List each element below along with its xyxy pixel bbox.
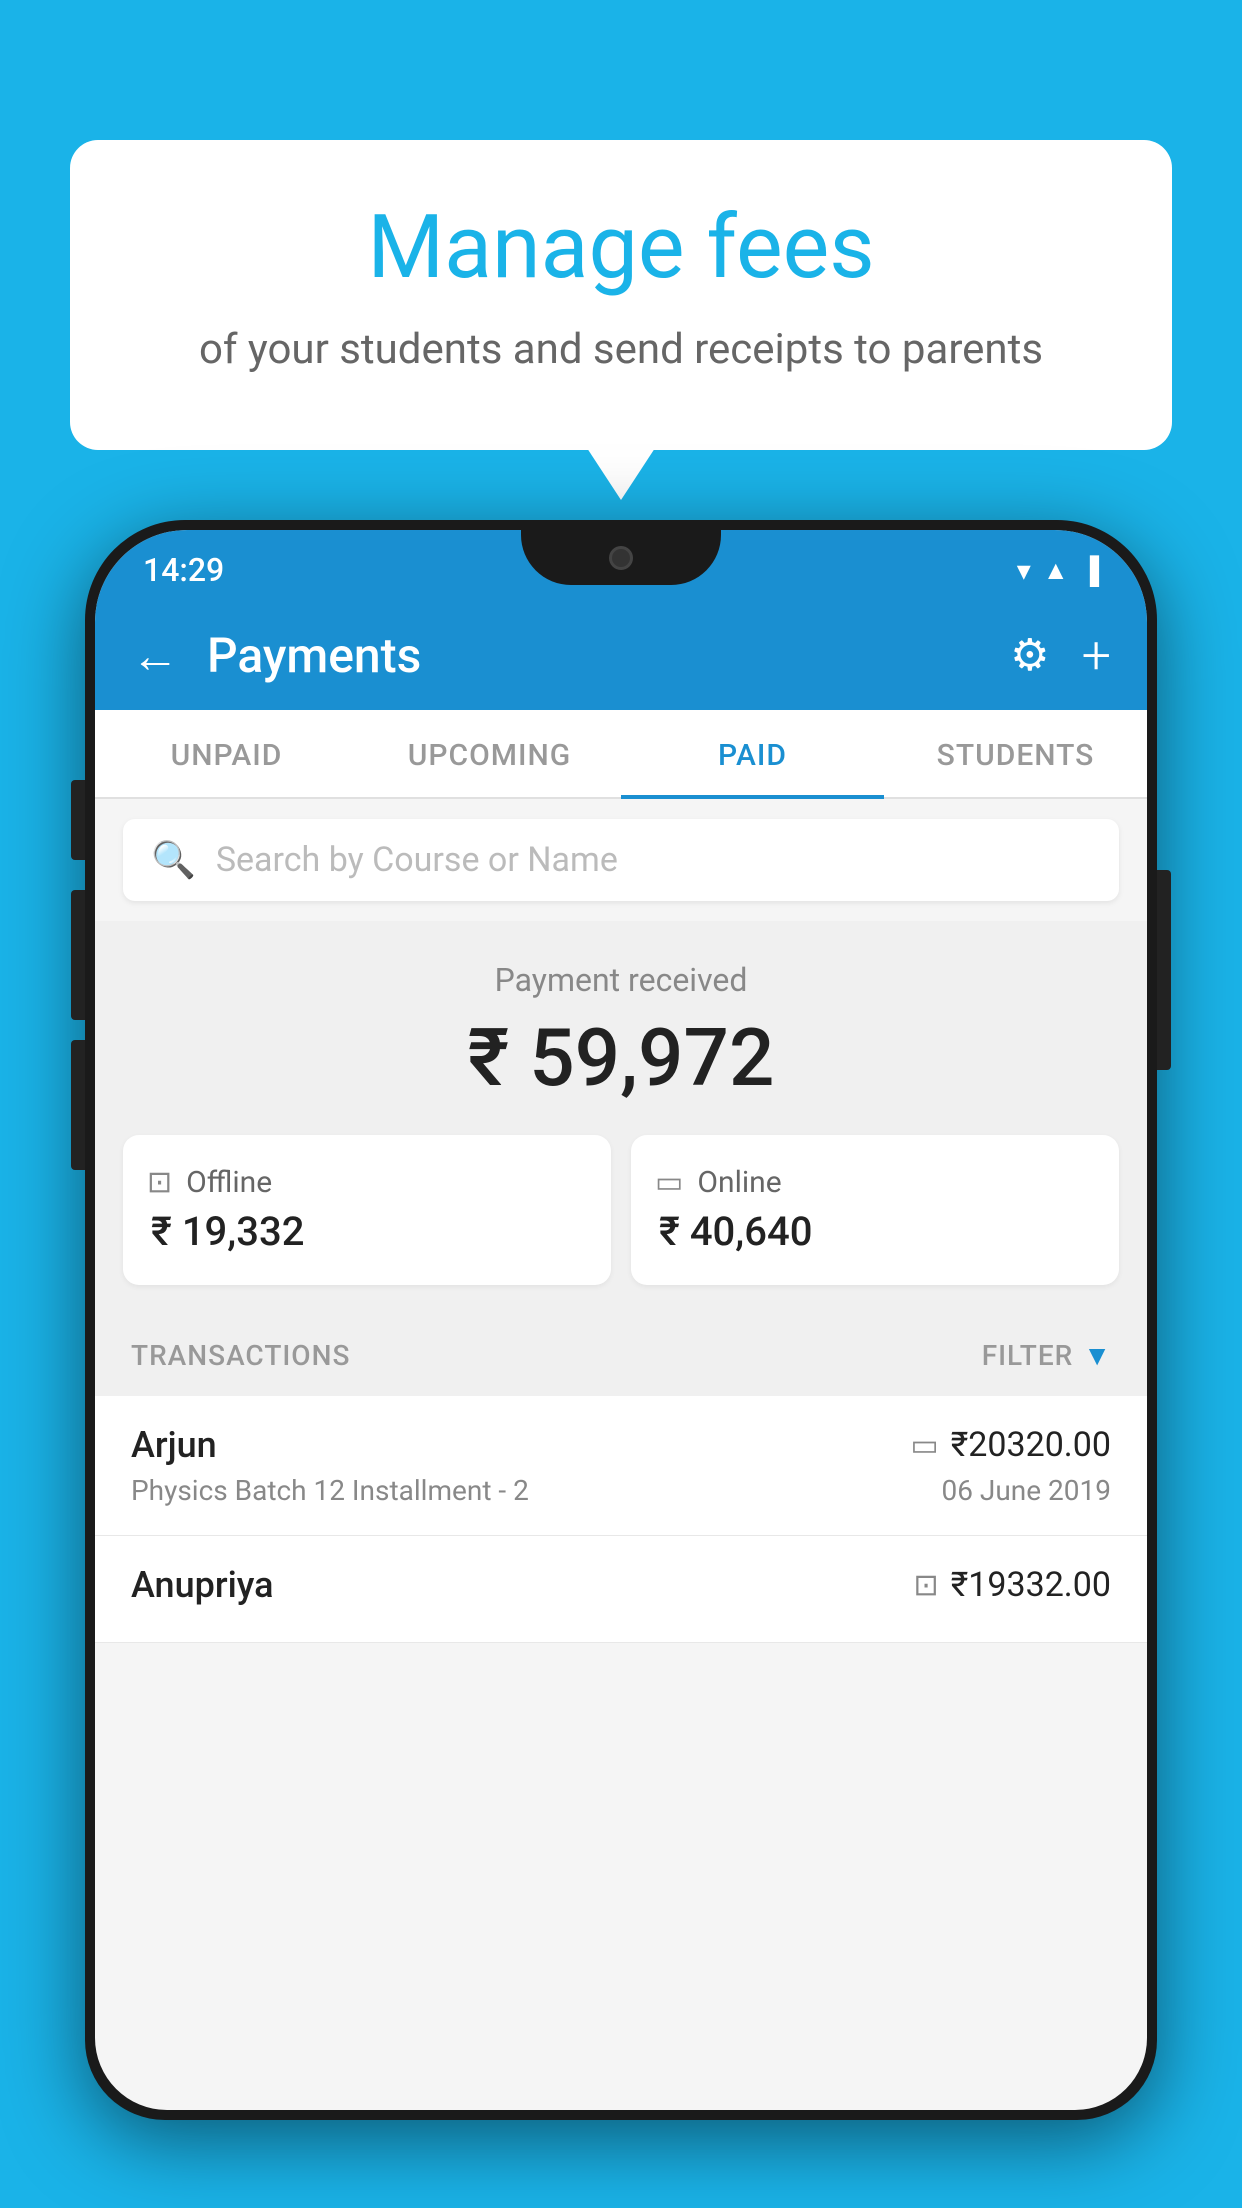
- offline-icon: ⊡: [147, 1165, 172, 1200]
- offline-label: Offline: [186, 1165, 272, 1200]
- phone-screen: 14:29 ▾ ▲ ▐ ← Payments ⚙ + UNPAID UPCO: [95, 530, 1147, 2110]
- search-bar[interactable]: 🔍 Search by Course or Name: [123, 819, 1119, 901]
- transaction-payment-icon: ⊡: [914, 1568, 939, 1603]
- offline-payment-card: ⊡ Offline ₹ 19,332: [123, 1135, 611, 1285]
- bubble-subtitle: of your students and send receipts to pa…: [150, 321, 1092, 380]
- back-button[interactable]: ←: [131, 627, 179, 684]
- transaction-amount-wrap: ⊡ ₹19332.00: [914, 1565, 1111, 1605]
- offline-amount: ₹ 19,332: [147, 1208, 304, 1255]
- transaction-list: Arjun ▭ ₹20320.00 Physics Batch 12 Insta…: [95, 1396, 1147, 1643]
- tab-paid[interactable]: PAID: [621, 710, 884, 799]
- battery-icon: ▐: [1081, 555, 1099, 586]
- side-button-left-bot: [71, 1040, 85, 1170]
- online-payment-card: ▭ Online ₹ 40,640: [631, 1135, 1119, 1285]
- payment-received-amount: ₹ 59,972: [123, 1011, 1119, 1105]
- transactions-header: TRANSACTIONS FILTER ▼: [95, 1315, 1147, 1396]
- bubble-title: Manage fees: [150, 200, 1092, 297]
- offline-card-header: ⊡ Offline: [147, 1165, 272, 1200]
- transaction-row-top: Arjun ▭ ₹20320.00: [131, 1424, 1111, 1466]
- camera-dot: [609, 546, 633, 570]
- online-amount: ₹ 40,640: [655, 1208, 812, 1255]
- side-button-left-mid: [71, 890, 85, 1020]
- speech-bubble-container: Manage fees of your students and send re…: [70, 140, 1172, 450]
- search-placeholder: Search by Course or Name: [216, 840, 618, 880]
- search-icon: 🔍: [151, 839, 196, 881]
- filter-button[interactable]: FILTER ▼: [982, 1339, 1111, 1372]
- online-card-header: ▭ Online: [655, 1165, 782, 1200]
- transactions-label: TRANSACTIONS: [131, 1339, 350, 1372]
- status-icons: ▾ ▲ ▐: [1017, 554, 1099, 587]
- phone-notch: [521, 530, 721, 585]
- payment-received-label: Payment received: [123, 961, 1119, 999]
- payment-cards: ⊡ Offline ₹ 19,332 ▭ Online ₹ 40,640: [123, 1135, 1119, 1285]
- status-time: 14:29: [143, 551, 224, 589]
- transaction-course: Physics Batch 12 Installment - 2: [131, 1474, 529, 1507]
- tab-upcoming[interactable]: UPCOMING: [358, 710, 621, 799]
- payment-received-section: Payment received ₹ 59,972 ⊡ Offline ₹ 19…: [95, 921, 1147, 1315]
- signal-icon: ▲: [1043, 555, 1069, 586]
- online-label: Online: [697, 1165, 781, 1200]
- online-icon: ▭: [655, 1165, 683, 1200]
- wifi-icon: ▾: [1017, 554, 1031, 587]
- transaction-row[interactable]: Anupriya ⊡ ₹19332.00: [95, 1536, 1147, 1643]
- transaction-row-bottom: Physics Batch 12 Installment - 2 06 June…: [131, 1474, 1111, 1507]
- add-icon[interactable]: +: [1082, 625, 1111, 686]
- side-button-left-top: [71, 780, 85, 860]
- speech-bubble: Manage fees of your students and send re…: [70, 140, 1172, 450]
- transaction-amount: ₹19332.00: [951, 1565, 1111, 1605]
- page-title: Payments: [207, 627, 982, 684]
- header-icons: ⚙ +: [1010, 625, 1111, 686]
- search-container: 🔍 Search by Course or Name: [95, 799, 1147, 921]
- transaction-payment-icon: ▭: [910, 1428, 938, 1463]
- transaction-name: Arjun: [131, 1424, 217, 1466]
- filter-icon: ▼: [1083, 1339, 1111, 1372]
- phone-container: 14:29 ▾ ▲ ▐ ← Payments ⚙ + UNPAID UPCO: [85, 520, 1157, 2208]
- tabs-container: UNPAID UPCOMING PAID STUDENTS: [95, 710, 1147, 799]
- phone-frame: 14:29 ▾ ▲ ▐ ← Payments ⚙ + UNPAID UPCO: [85, 520, 1157, 2120]
- settings-icon[interactable]: ⚙: [1010, 629, 1049, 681]
- tab-students[interactable]: STUDENTS: [884, 710, 1147, 799]
- side-button-right: [1157, 870, 1171, 1070]
- transaction-amount-wrap: ▭ ₹20320.00: [910, 1425, 1111, 1465]
- transaction-amount: ₹20320.00: [951, 1425, 1111, 1465]
- filter-label: FILTER: [982, 1339, 1074, 1372]
- transaction-row-top: Anupriya ⊡ ₹19332.00: [131, 1564, 1111, 1606]
- transaction-name: Anupriya: [131, 1564, 274, 1606]
- tab-unpaid[interactable]: UNPAID: [95, 710, 358, 799]
- transaction-row[interactable]: Arjun ▭ ₹20320.00 Physics Batch 12 Insta…: [95, 1396, 1147, 1536]
- app-header: ← Payments ⚙ +: [95, 600, 1147, 710]
- transaction-date: 06 June 2019: [941, 1474, 1111, 1507]
